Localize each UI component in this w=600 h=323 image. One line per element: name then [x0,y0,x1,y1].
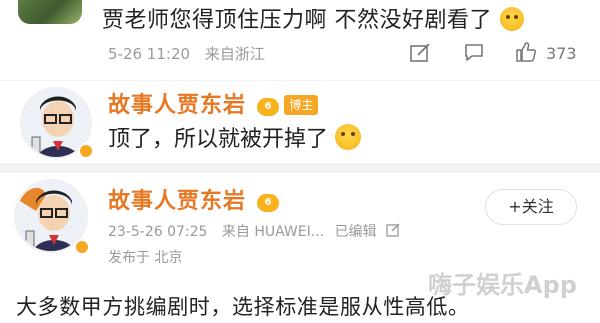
post-published-from: 发布于 北京 [108,250,183,266]
author-name-row: 故事人贾东岩 6 博主 [108,87,319,119]
level-badge: 6 [257,98,280,116]
post-author-row: 故事人贾东岩 6 [108,183,280,215]
comment-icon[interactable] [462,40,486,64]
comment-text: 贾老师您得顶住压力啊 不然没好剧看了 [102,2,524,34]
like-count: 373 [546,44,577,63]
verified-badge-icon [74,239,90,255]
like-icon[interactable] [514,40,538,64]
level-badge: 6 [257,194,280,212]
laughing-emoji-icon [335,124,362,150]
author-name[interactable]: 故事人贾东岩 [108,93,246,118]
comment-time: 5-26 11:20 [108,45,191,63]
reply-text-content: 顶了，所以就被开掉了 [108,127,329,152]
commenter-avatar[interactable] [18,0,82,24]
comment-meta: 5-26 11:20 来自浙江 [108,43,265,64]
post-source: 来自 HUAWEI... [221,224,325,240]
blogger-badge: 博主 [284,95,319,115]
verified-badge-icon [78,143,94,159]
comment-location: 来自浙江 [204,45,265,63]
post-author-name[interactable]: 故事人贾东岩 [108,189,246,214]
crying-emoji-icon [499,7,524,31]
follow-button[interactable]: +关注 [485,189,577,225]
post-body: 大多数甲方挑编剧时，选择标准是服从性高低。 [16,295,470,319]
post-card: 故事人贾东岩 6 23-5-26 07:25 来自 HUAWEI... 已编辑 … [0,163,600,323]
reply-icon[interactable] [408,40,432,64]
post-meta: 23-5-26 07:25 来自 HUAWEI... 已编辑 [108,221,401,241]
comment-item: 贾老师您得顶住压力啊 不然没好剧看了 5-26 11:20 来自浙江 373 [0,0,600,80]
author-reply: 故事人贾东岩 6 博主 顶了，所以就被开掉了 [0,80,600,164]
comment-text-content: 贾老师您得顶住压力啊 不然没好剧看了 [102,8,492,33]
edit-history-icon[interactable] [385,222,401,238]
edited-label: 已编辑 [334,224,377,240]
reply-text: 顶了，所以就被开掉了 [108,121,362,153]
post-datetime: 23-5-26 07:25 [108,224,208,240]
